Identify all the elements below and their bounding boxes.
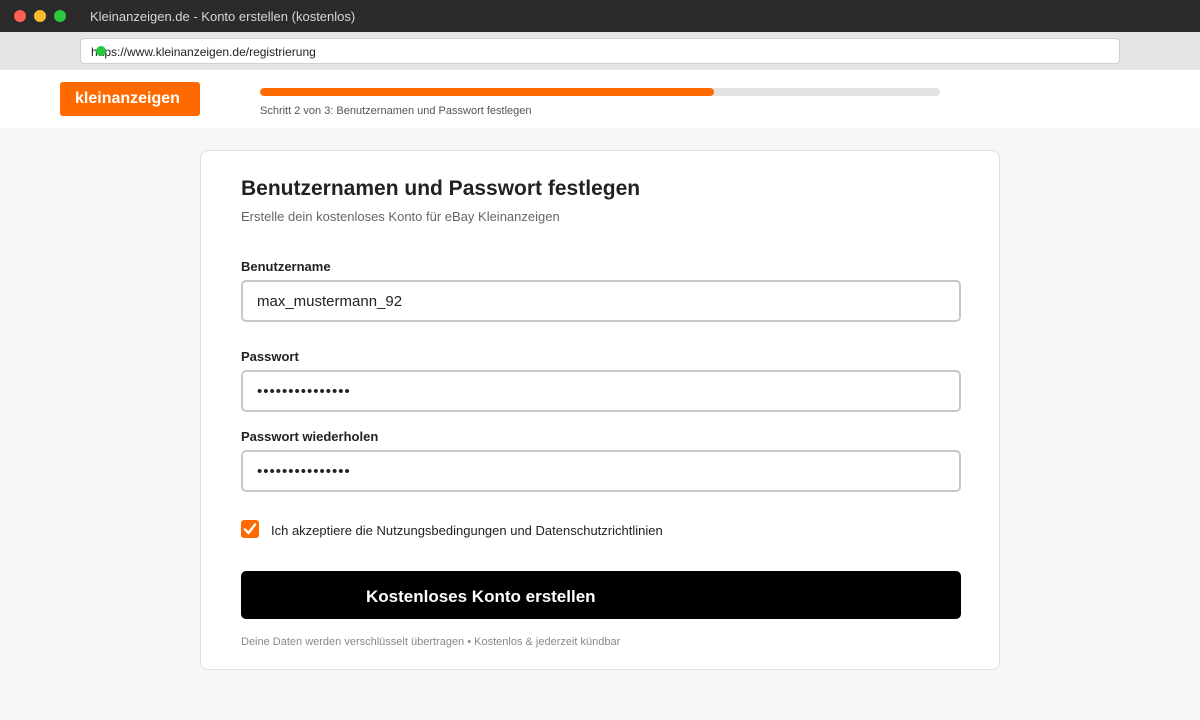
password-repeat-input[interactable] (241, 450, 961, 492)
url-text: https://www.kleinanzeigen.de/registrieru… (91, 45, 316, 59)
password-label: Passwort (241, 349, 299, 364)
registration-progress-bar (260, 88, 940, 96)
browser-toolbar: https://www.kleinanzeigen.de/registrieru… (0, 32, 1200, 70)
registration-card: Benutzernamen und Passwort festlegen Ers… (200, 150, 1000, 670)
create-account-button[interactable]: Kostenloses Konto erstellen (241, 571, 961, 619)
form-subtitle: Erstelle dein kostenloses Konto für eBay… (241, 209, 560, 224)
terms-label[interactable]: Ich akzeptiere die Nutzungsbedingungen u… (271, 523, 663, 538)
form-title: Benutzernamen und Passwort festlegen (241, 177, 641, 200)
security-footnote: Deine Daten werden verschlüsselt übertra… (241, 636, 621, 648)
progress-step-label: Schritt 2 von 3: Benutzernamen und Passw… (260, 105, 532, 117)
create-account-button-label: Kostenloses Konto erstellen (366, 587, 596, 606)
logo-text: kleinanzeigen (75, 90, 180, 107)
password-input[interactable] (241, 370, 961, 412)
brand-logo[interactable]: kleinanzeigen (60, 82, 200, 116)
minimize-window-button[interactable] (34, 10, 46, 22)
progress-bar-fill (260, 88, 714, 96)
maximize-window-button[interactable] (54, 10, 66, 22)
address-bar[interactable]: https://www.kleinanzeigen.de/registrieru… (80, 38, 1120, 64)
terms-checkbox[interactable] (241, 520, 259, 538)
username-input[interactable] (241, 280, 961, 322)
username-label: Benutzername (241, 259, 331, 274)
window-titlebar: Kleinanzeigen.de - Konto erstellen (kost… (0, 0, 1200, 32)
checkmark-icon (243, 523, 257, 535)
secure-status-icon (96, 46, 106, 56)
password-repeat-label: Passwort wiederholen (241, 429, 379, 444)
close-window-button[interactable] (14, 10, 26, 22)
site-header: kleinanzeigen Schritt 2 von 3: Benutzern… (0, 70, 1200, 128)
window-title: Kleinanzeigen.de - Konto erstellen (kost… (90, 9, 356, 24)
